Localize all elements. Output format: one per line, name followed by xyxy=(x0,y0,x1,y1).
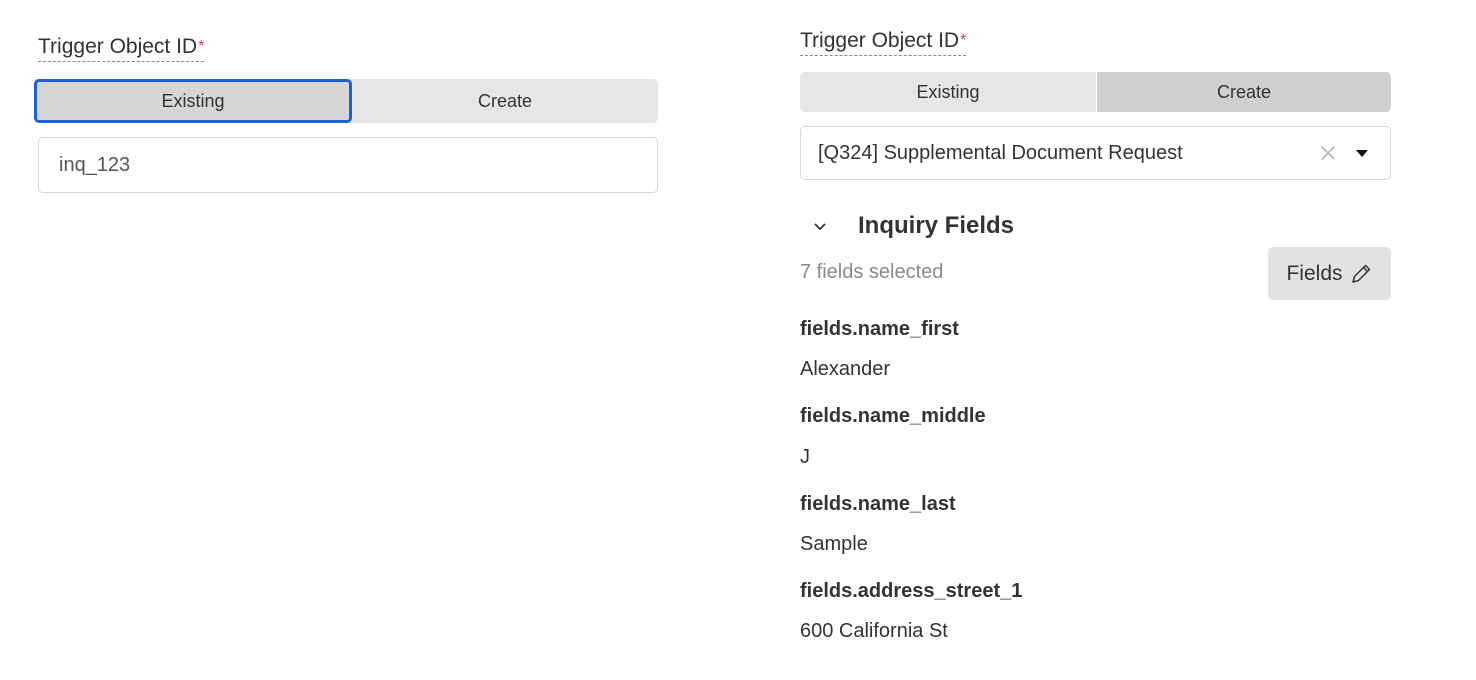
field-value: Alexander xyxy=(800,358,891,380)
field-value: Sample xyxy=(800,533,868,555)
field-key: fields.name_middle xyxy=(800,405,986,427)
inquiry-fields-header[interactable]: Inquiry Fields xyxy=(810,212,1014,240)
required-mark: * xyxy=(960,32,967,49)
inquiry-template-select[interactable]: [Q324] Supplemental Document Request xyxy=(800,126,1391,180)
select-value: [Q324] Supplemental Document Request xyxy=(818,141,1183,164)
input-value: inq_123 xyxy=(59,153,131,176)
mode-toggle: Existing Create xyxy=(34,79,658,123)
chevron-down-icon[interactable] xyxy=(810,216,830,236)
caret-down-icon[interactable] xyxy=(1356,149,1368,157)
close-icon[interactable] xyxy=(1318,143,1338,163)
field-key: fields.address_street_1 xyxy=(800,580,1023,602)
label-text: Trigger Object ID xyxy=(38,35,198,58)
fields-count: 7 fields selected xyxy=(800,261,944,283)
field-value: J xyxy=(800,446,810,468)
field-key: fields.name_last xyxy=(800,493,956,515)
existing-option[interactable]: Existing xyxy=(34,79,352,123)
label-text: Trigger Object ID xyxy=(800,29,960,52)
pencil-icon xyxy=(1351,264,1370,283)
required-mark: * xyxy=(198,38,205,55)
section-title: Inquiry Fields xyxy=(858,212,1015,239)
mode-toggle: Existing Create xyxy=(800,72,1391,112)
field-value: 600 California St xyxy=(800,620,948,642)
fields-button-label: Fields xyxy=(1286,261,1343,285)
edit-fields-button[interactable]: Fields xyxy=(1268,247,1391,300)
existing-option[interactable]: Existing xyxy=(800,72,1097,112)
create-option[interactable]: Create xyxy=(352,79,658,123)
trigger-object-id-label: Trigger Object ID* xyxy=(38,35,205,62)
trigger-object-id-input[interactable]: inq_123 xyxy=(38,137,658,193)
field-key: fields.name_first xyxy=(800,318,959,340)
create-option[interactable]: Create xyxy=(1097,72,1391,112)
trigger-object-id-label: Trigger Object ID* xyxy=(800,29,967,56)
